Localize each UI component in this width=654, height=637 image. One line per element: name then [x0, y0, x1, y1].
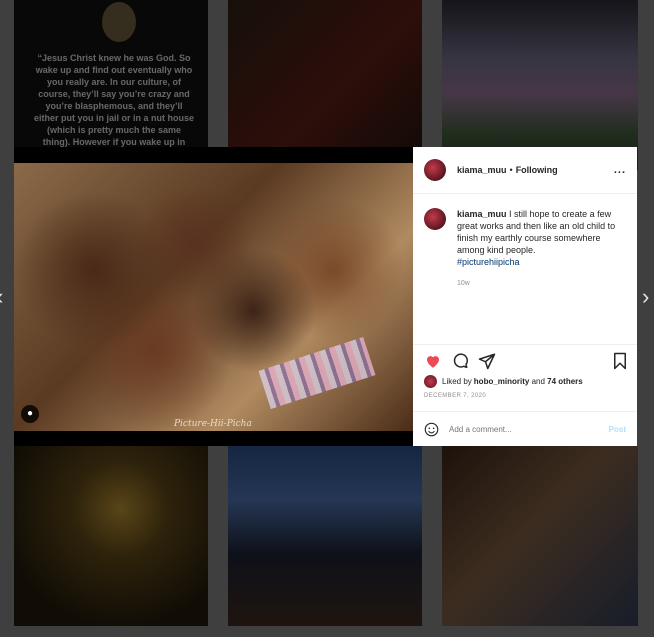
comment-input[interactable] [449, 424, 589, 434]
likes-and: and [529, 377, 548, 386]
comment-icon[interactable] [451, 352, 469, 370]
likes-prefix: Liked by [442, 377, 472, 386]
likes-others-link[interactable]: 74 others [547, 377, 583, 386]
avatar[interactable] [424, 159, 446, 181]
emoji-icon[interactable] [424, 422, 439, 437]
caption-text-block: kiama_muu I still hope to create a few g… [457, 208, 617, 268]
hashtag-link[interactable]: #picturehiipicha [457, 256, 617, 268]
tagged-user-icon[interactable]: ● [21, 405, 39, 423]
photo-watermark: Picture-Hii-Picha [174, 419, 252, 429]
post-sidebar: kiama_muu • Following ... kiama_muu I st… [413, 147, 637, 446]
striped-shirt [258, 336, 376, 410]
liker-avatar[interactable] [424, 375, 437, 388]
likes-summary: Liked by hobo_minority and 74 others [424, 375, 583, 388]
following-button[interactable]: Following [516, 165, 558, 175]
next-post-chevron-right-icon[interactable]: › [642, 286, 649, 308]
heart-icon[interactable] [424, 352, 442, 370]
bookmark-icon[interactable] [611, 352, 629, 370]
share-icon[interactable] [478, 352, 496, 370]
post-header: kiama_muu • Following ... [413, 147, 637, 194]
caption-avatar[interactable] [424, 208, 446, 230]
separator-dot: • [509, 165, 513, 175]
header-username[interactable]: kiama_muu [457, 165, 507, 175]
liker-username[interactable]: hobo_minority [474, 377, 530, 386]
caption-age: 10w [457, 280, 470, 287]
post-caption: kiama_muu I still hope to create a few g… [413, 194, 637, 268]
action-icons [424, 352, 629, 372]
post-actions: Liked by hobo_minority and 74 others DEC… [413, 344, 637, 446]
post-comment-button[interactable]: Post [609, 425, 626, 434]
comment-bar: Post [413, 411, 637, 446]
caption-username[interactable]: kiama_muu [457, 209, 507, 219]
post-modal: Picture-Hii-Picha ● kiama_muu • Followin… [14, 147, 637, 446]
more-options-icon[interactable]: ... [614, 164, 626, 176]
previous-post-chevron-left-icon[interactable]: ‹ [0, 286, 3, 308]
post-photo[interactable]: Picture-Hii-Picha ● [14, 147, 413, 446]
post-date: DECEMBER 7, 2020 [424, 393, 487, 399]
children-photo [14, 163, 413, 431]
